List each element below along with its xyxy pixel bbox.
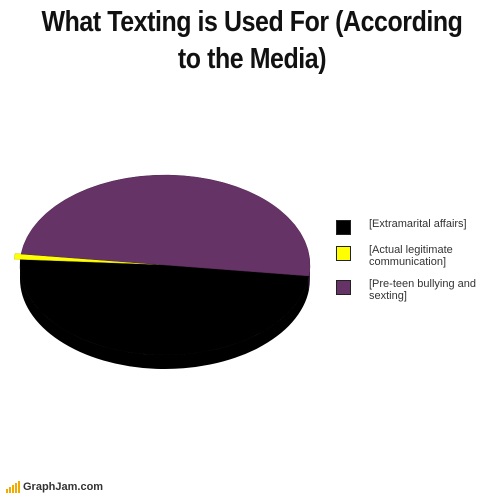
watermark-text: GraphJam.com [23, 481, 104, 493]
legend-swatch-bullying [336, 280, 351, 295]
legend-label-legitimate: [Actual legitimate communication] [369, 244, 453, 268]
legend-swatch-extramarital [336, 220, 351, 235]
legend-swatch-legitimate [336, 246, 351, 261]
bar-logo-icon [6, 481, 21, 493]
graphjam-watermark: GraphJam.com [6, 481, 103, 493]
legend-label-bullying: [Pre-teen bullying and sexting] [369, 278, 477, 302]
legend-label-extramarital: [Extramarital affairs] [369, 218, 467, 230]
